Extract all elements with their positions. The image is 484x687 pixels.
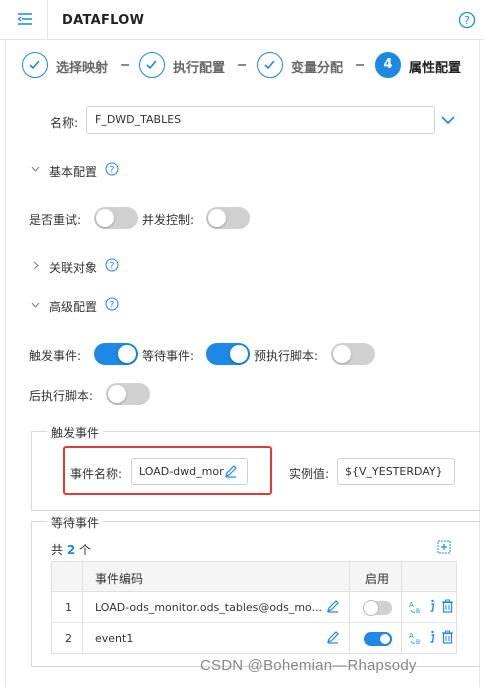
- advanced-chevron-down-icon[interactable]: [31, 301, 40, 309]
- basic-help-icon[interactable]: ?: [105, 162, 119, 176]
- header-divider: [47, 0, 48, 40]
- table-row[interactable]: 1 LOAD-ods_monitor.ods_tables@ods_mo... …: [52, 592, 456, 623]
- concurrency-toggle[interactable]: [206, 207, 250, 229]
- info-icon[interactable]: [428, 599, 436, 613]
- app-title: DATAFLOW: [62, 13, 145, 28]
- instance-value-label: 实例值:: [289, 467, 330, 481]
- step-1-label[interactable]: 选择映射: [56, 57, 108, 76]
- svg-text:A: A: [409, 632, 414, 640]
- count-suffix: 个: [79, 543, 92, 557]
- instance-value-input[interactable]: ${V_YESTERDAY}: [337, 458, 455, 485]
- name-input[interactable]: F_DWD_TABLES: [86, 106, 435, 134]
- basic-config-title[interactable]: 基本配置: [49, 163, 97, 180]
- wait-event-table: 事件编码 启用 1 LOAD-ods_monitor.ods_tables@od…: [51, 561, 457, 654]
- pre-script-label: 预执行脚本:: [254, 349, 319, 363]
- advanced-config-title[interactable]: 高级配置: [49, 298, 97, 315]
- toggle-knob: [364, 601, 378, 615]
- row-index: 1: [65, 601, 72, 614]
- step-2-done-icon[interactable]: [139, 52, 165, 78]
- svg-text:B: B: [416, 608, 420, 614]
- related-help-icon[interactable]: ?: [105, 258, 119, 272]
- step-1-done-icon[interactable]: [22, 52, 48, 78]
- menu-collapse-icon[interactable]: [16, 11, 34, 27]
- table-divider: [82, 562, 83, 653]
- svg-text:?: ?: [110, 262, 115, 272]
- info-icon[interactable]: [428, 630, 436, 644]
- header-bar: DATAFLOW ?: [0, 0, 484, 40]
- step-separator: [238, 64, 246, 66]
- edit-pencil-icon[interactable]: [326, 630, 340, 644]
- retry-label: 是否重试:: [29, 213, 82, 227]
- row-event-code: event1: [95, 632, 134, 645]
- row-enabled-toggle[interactable]: [364, 601, 392, 615]
- watermark: CSDN @Bohemian—Rhapsody: [200, 657, 417, 674]
- col-event-code: 事件编码: [95, 572, 144, 586]
- step-separator: [121, 64, 129, 66]
- col-enabled: 启用: [365, 572, 390, 586]
- add-row-icon[interactable]: [437, 540, 451, 554]
- table-row[interactable]: 2 event1 A B: [52, 623, 456, 654]
- svg-text:A: A: [409, 601, 414, 609]
- svg-text:B: B: [416, 639, 420, 645]
- row-index: 2: [65, 632, 72, 645]
- related-objects-title[interactable]: 关联对象: [49, 259, 97, 276]
- basic-chevron-down-icon[interactable]: [31, 165, 40, 173]
- pre-script-toggle[interactable]: [331, 343, 375, 365]
- table-header: 事件编码 启用: [52, 562, 456, 592]
- post-script-label: 后执行脚本:: [29, 389, 94, 403]
- table-divider: [349, 562, 350, 653]
- toggle-knob: [230, 345, 248, 363]
- wait-event-label: 等待事件:: [142, 349, 195, 363]
- trigger-event-toggle[interactable]: [94, 343, 138, 365]
- table-divider: [401, 562, 402, 653]
- name-label: 名称:: [50, 116, 79, 130]
- delete-icon[interactable]: [441, 599, 454, 613]
- step-4-label[interactable]: 属性配置: [409, 57, 461, 76]
- advanced-help-icon[interactable]: ?: [105, 297, 119, 311]
- retry-toggle[interactable]: [94, 207, 138, 229]
- toggle-knob: [96, 209, 114, 227]
- trigger-event-label: 触发事件:: [29, 349, 82, 363]
- panel-left-border: [5, 40, 6, 687]
- toggle-knob: [378, 632, 392, 646]
- record-count: 共 2 个: [51, 541, 91, 558]
- wait-event-legend: 等待事件: [47, 514, 104, 531]
- step-3-done-icon[interactable]: [257, 52, 283, 78]
- wait-event-toggle[interactable]: [206, 343, 250, 365]
- step-3-label[interactable]: 变量分配: [291, 57, 343, 76]
- text-format-icon[interactable]: A B: [409, 600, 425, 614]
- toggle-knob: [118, 345, 136, 363]
- post-script-toggle[interactable]: [106, 383, 150, 405]
- count-prefix: 共: [51, 543, 64, 557]
- svg-text:?: ?: [110, 301, 115, 311]
- text-format-icon[interactable]: A B: [409, 631, 425, 645]
- count-number: 2: [66, 543, 76, 557]
- wizard-steps: 选择映射 执行配置 变量分配 4 属性配置: [0, 44, 484, 84]
- delete-icon[interactable]: [441, 630, 454, 644]
- toggle-knob: [108, 385, 126, 403]
- chevron-down-icon[interactable]: [441, 114, 455, 126]
- svg-text:?: ?: [464, 14, 470, 27]
- step-4-number[interactable]: 4: [375, 52, 401, 78]
- row-enabled-toggle[interactable]: [364, 632, 392, 646]
- trigger-event-legend: 触发事件: [47, 424, 104, 441]
- help-icon[interactable]: ?: [458, 11, 476, 29]
- related-chevron-right-icon[interactable]: [32, 261, 40, 270]
- svg-text:?: ?: [110, 166, 115, 176]
- edit-pencil-icon[interactable]: [326, 599, 340, 613]
- toggle-knob: [333, 345, 351, 363]
- step-separator: [356, 64, 364, 66]
- highlight-box: [63, 446, 272, 495]
- concurrency-label: 并发控制:: [142, 213, 195, 227]
- row-event-code: LOAD-ods_monitor.ods_tables@ods_mo...: [95, 601, 323, 614]
- toggle-knob: [208, 209, 226, 227]
- step-2-label[interactable]: 执行配置: [173, 57, 225, 76]
